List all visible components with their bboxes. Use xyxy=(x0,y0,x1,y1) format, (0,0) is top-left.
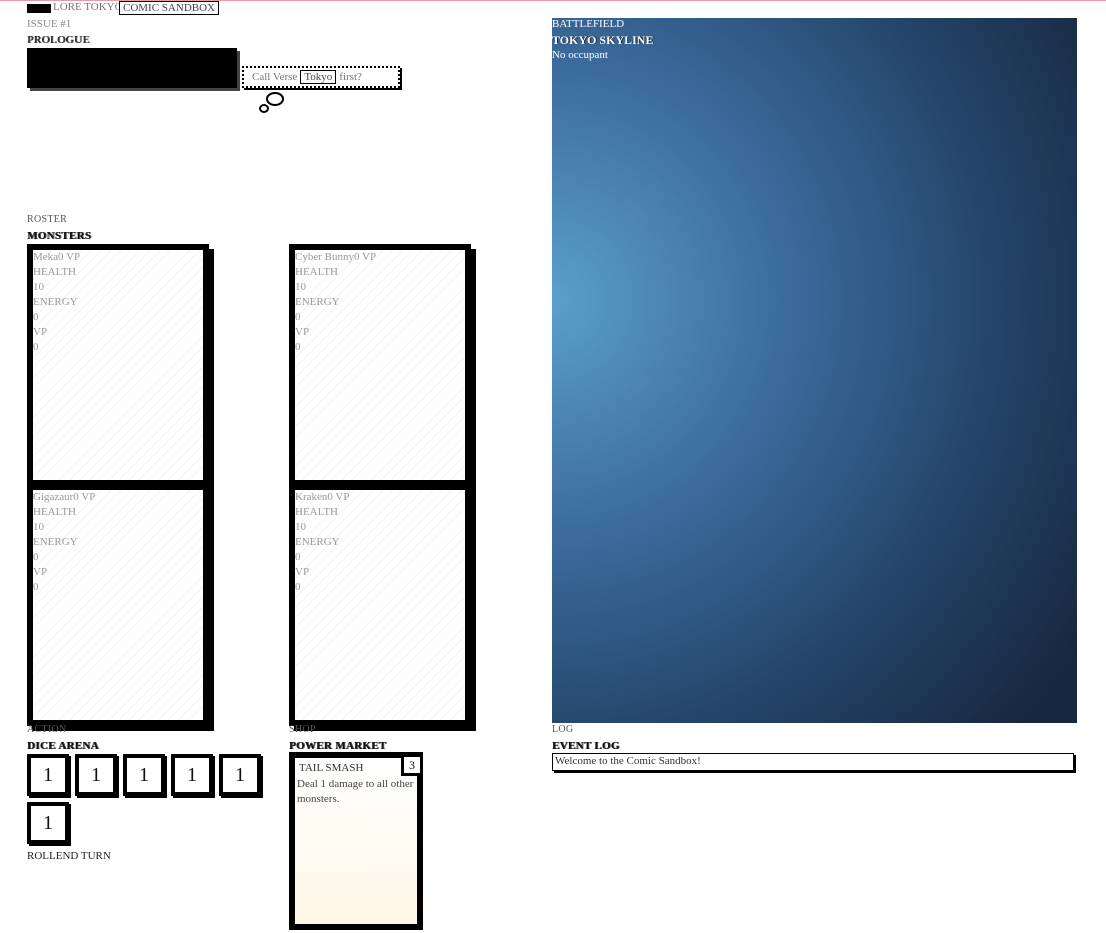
energy-label: ENERGY xyxy=(295,296,340,308)
vp-label: VP xyxy=(295,566,310,578)
vp-label: VP xyxy=(33,326,48,338)
vp-value: 0 xyxy=(33,341,39,353)
bubble-tail-large xyxy=(266,92,284,106)
prologue-heading: PROLOGUE xyxy=(27,34,90,46)
power-card-cost: 3 xyxy=(401,754,423,776)
health-value: 10 xyxy=(33,281,44,293)
issue-label: ISSUE #1 xyxy=(27,18,72,30)
event-log-heading: EVENT LOG xyxy=(552,740,620,752)
energy-value: 0 xyxy=(33,311,39,323)
energy-label: ENERGY xyxy=(33,536,78,548)
health-label: HEALTH xyxy=(295,266,338,278)
power-card-description: Deal 1 damage to all other monsters. xyxy=(297,778,414,805)
monsters-heading: MONSTERS xyxy=(27,230,92,242)
log-entry: Welcome to the Comic Sandbox! xyxy=(552,753,1074,771)
battlefield-kicker: BATTLEFIELD xyxy=(552,18,625,30)
energy-label: ENERGY xyxy=(295,536,340,548)
energy-value: 0 xyxy=(295,551,301,563)
brand-badge[interactable]: COMIC SANDBOX xyxy=(119,1,219,15)
die[interactable]: 1 xyxy=(27,754,69,796)
bubble-tail-small xyxy=(259,104,269,113)
monster-card[interactable]: Gigazaur0 VP HEALTH 10 ENERGY 0 VP 0 xyxy=(27,484,209,726)
health-value: 10 xyxy=(33,521,44,533)
power-card-title: TAIL SMASH xyxy=(299,762,364,774)
tokyo-skyline-title: TOKYO SKYLINE xyxy=(552,33,654,47)
monster-name: Kraken0 VP xyxy=(295,491,350,503)
die[interactable]: 1 xyxy=(123,754,165,796)
energy-label: ENERGY xyxy=(33,296,78,308)
dice-arena-heading: DICE ARENA xyxy=(27,740,99,752)
health-label: HEALTH xyxy=(33,506,76,518)
brand-title: LORE TOKYO xyxy=(53,1,123,13)
vp-value: 0 xyxy=(295,341,301,353)
monster-name: Meka0 VP xyxy=(33,251,81,263)
health-value: 10 xyxy=(295,521,306,533)
energy-value: 0 xyxy=(33,551,39,563)
die[interactable]: 1 xyxy=(171,754,213,796)
log-kicker: LOG xyxy=(552,724,574,735)
prologue-panel xyxy=(27,48,237,88)
bubble-text-pre: Call Verse xyxy=(252,71,298,83)
vp-value: 0 xyxy=(295,581,301,593)
bubble-highlight[interactable]: Tokyo xyxy=(300,70,337,84)
power-market-heading: POWER MARKET xyxy=(289,740,387,752)
die[interactable]: 1 xyxy=(27,802,69,844)
roll-end-turn-button[interactable]: ROLLEND TURN xyxy=(27,850,111,862)
monster-card[interactable]: Meka0 VP HEALTH 10 ENERGY 0 VP 0 xyxy=(27,244,209,486)
shop-kicker: SHOP xyxy=(289,724,316,735)
battlefield-panel: BATTLEFIELD TOKYO SKYLINE No occupant xyxy=(552,18,1077,723)
vp-value: 0 xyxy=(33,581,39,593)
action-kicker: ACTION xyxy=(27,724,67,735)
health-value: 10 xyxy=(295,281,306,293)
speech-bubble: Call Verse Tokyo first? xyxy=(242,66,400,88)
monster-name: Cyber Bunny0 VP xyxy=(295,251,377,263)
logo-icon xyxy=(27,4,51,13)
energy-value: 0 xyxy=(295,311,301,323)
vp-label: VP xyxy=(295,326,310,338)
power-card[interactable]: TAIL SMASH 3 Deal 1 damage to all other … xyxy=(289,752,423,930)
bubble-text-post: first? xyxy=(339,71,362,83)
monster-name: Gigazaur0 VP xyxy=(33,491,96,503)
monster-card[interactable]: Cyber Bunny0 VP HEALTH 10 ENERGY 0 VP 0 xyxy=(289,244,471,486)
roster-kicker: ROSTER xyxy=(27,214,68,225)
monster-card[interactable]: Kraken0 VP HEALTH 10 ENERGY 0 VP 0 xyxy=(289,484,471,726)
occupant-status: No occupant xyxy=(552,49,608,61)
vp-label: VP xyxy=(33,566,48,578)
die[interactable]: 1 xyxy=(219,754,261,796)
die[interactable]: 1 xyxy=(75,754,117,796)
health-label: HEALTH xyxy=(33,266,76,278)
health-label: HEALTH xyxy=(295,506,338,518)
